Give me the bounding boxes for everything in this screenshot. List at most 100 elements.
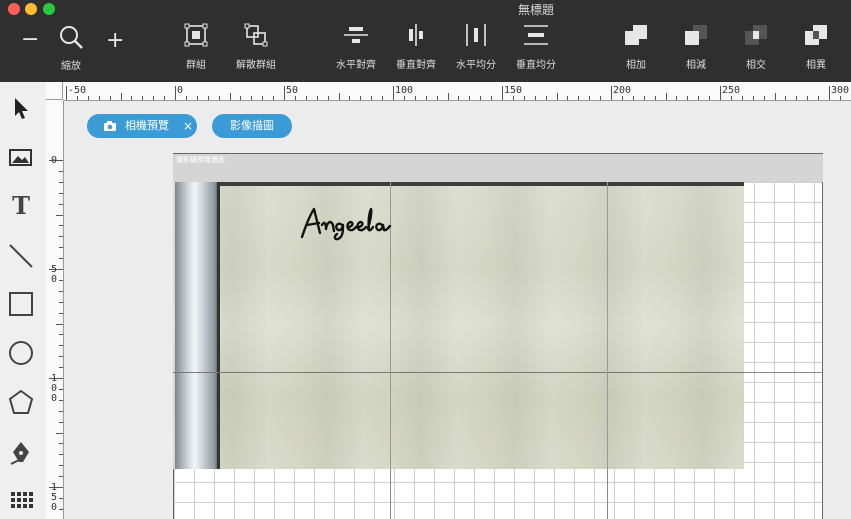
major-grid-line [607, 182, 608, 469]
metal-clip [175, 182, 219, 469]
ruler-tick [730, 96, 732, 100]
ruler-tick [59, 203, 63, 205]
ruler-tick [59, 301, 63, 303]
ruler-corner [46, 82, 63, 100]
ruler-tick [774, 93, 776, 100]
ruler-tick [796, 96, 798, 100]
exclude-label: 相異 [806, 60, 826, 71]
ruler-label: 0 [177, 85, 184, 96]
ellipse-icon[interactable] [7, 339, 35, 367]
align-vertical-label: 垂直對齊 [396, 60, 436, 71]
ruler-tick [687, 96, 689, 100]
ruler-tick [59, 290, 63, 292]
ruler-tick [709, 96, 711, 100]
rectangle-icon[interactable] [7, 290, 35, 318]
image-trace-chip[interactable]: 影像描圖 [212, 114, 292, 138]
ruler-tick [59, 181, 63, 183]
ruler-label: 0 [51, 502, 58, 513]
ruler-tick [654, 96, 656, 100]
pen-icon[interactable] [7, 438, 35, 466]
subtract-label: 相減 [686, 60, 706, 71]
ungroup-button[interactable]: 解散群組 [226, 20, 286, 76]
ruler-tick [76, 96, 78, 100]
ruler-tick [131, 96, 133, 100]
ruler-tick [403, 96, 405, 100]
ruler-tick [59, 399, 63, 401]
ruler-tick [56, 432, 63, 434]
ruler-tick [752, 96, 754, 100]
intersect-icon [745, 25, 767, 45]
ruler-label: 200 [613, 85, 632, 96]
grid-icon[interactable] [7, 486, 35, 514]
ruler-tick [87, 96, 89, 100]
ruler-tick [414, 96, 416, 100]
camera-preview-chip[interactable]: 相機預覽 × [87, 114, 197, 138]
intersect-label: 相交 [746, 60, 766, 71]
ruler-tick [142, 96, 144, 100]
subtract-button[interactable]: 相減 [666, 20, 726, 76]
select-arrow-icon[interactable] [7, 94, 35, 122]
ruler-tick [545, 96, 547, 100]
ruler-label: 150 [504, 85, 523, 96]
ruler-tick [382, 96, 384, 100]
polygon-icon[interactable] [7, 388, 35, 416]
distribute-horizontal-label: 水平均分 [456, 60, 496, 71]
ruler-tick [316, 96, 318, 100]
zoom-search-icon[interactable] [57, 24, 85, 52]
union-icon [625, 25, 647, 45]
exclude-icon [805, 25, 827, 45]
ruler-label: 300 [831, 85, 850, 96]
zoom-out-button[interactable]: − [21, 29, 39, 51]
ruler-tick [512, 96, 514, 100]
ruler-tick [59, 258, 63, 260]
ruler-tick [643, 96, 645, 100]
ruler-label: 0 [51, 155, 58, 166]
distribute-horizontal-icon [466, 24, 486, 46]
distribute-horizontal-button[interactable]: 水平均分 [446, 20, 506, 76]
zoom-in-button[interactable]: + [106, 30, 124, 52]
ruler-tick [763, 96, 765, 100]
ruler-tick [59, 443, 63, 445]
exclude-button[interactable]: 相異 [786, 20, 846, 76]
ruler-tick [349, 96, 351, 100]
ruler-tick [240, 96, 242, 100]
ruler-tick [59, 334, 63, 336]
align-vertical-button[interactable]: 垂直對齊 [386, 20, 446, 76]
intersect-button[interactable]: 相交 [726, 20, 786, 76]
ruler-tick [59, 247, 63, 249]
ruler-tick [164, 96, 166, 100]
align-horizontal-button[interactable]: 水平對齊 [326, 20, 386, 76]
ruler-tick [469, 96, 471, 100]
ruler-tick [338, 93, 340, 100]
ungroup-icon [244, 23, 268, 47]
ruler-tick [59, 476, 63, 478]
ruler-tick [59, 170, 63, 172]
group-button[interactable]: 群組 [166, 20, 226, 76]
ruler-tick [611, 86, 612, 100]
ruler-tick [502, 86, 503, 100]
union-button[interactable]: 相加 [606, 20, 666, 76]
ruler-tick [491, 96, 493, 100]
line-icon[interactable] [7, 242, 35, 270]
image-icon[interactable] [7, 143, 35, 171]
ruler-tick [59, 421, 63, 423]
ruler-tick [589, 96, 591, 100]
close-icon[interactable]: × [183, 114, 193, 138]
ruler-tick [523, 96, 525, 100]
text-icon[interactable]: T [7, 192, 35, 220]
ruler-tick [829, 86, 830, 100]
ungroup-label: 解散群組 [236, 60, 276, 71]
ruler-tick [185, 96, 187, 100]
window-title: 無標題 [517, 3, 554, 17]
ruler-tick [59, 388, 63, 390]
ruler-tick [59, 454, 63, 456]
handwriting-signature [300, 207, 392, 241]
ruler-tick [698, 96, 700, 100]
ruler-tick [120, 93, 122, 100]
camera-preview-image[interactable] [173, 182, 744, 469]
distribute-vertical-button[interactable]: 垂直均分 [506, 20, 566, 76]
group-label: 群組 [186, 60, 206, 71]
ruler-label: 250 [722, 85, 741, 96]
ruler-label: 100 [395, 85, 414, 96]
ruler-tick [59, 236, 63, 238]
